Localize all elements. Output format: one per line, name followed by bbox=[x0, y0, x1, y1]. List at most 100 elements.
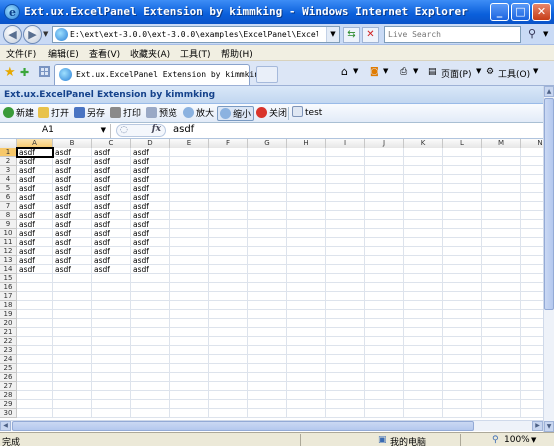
grid-cell[interactable] bbox=[248, 283, 287, 292]
grid-cell[interactable] bbox=[326, 148, 365, 157]
row-header[interactable]: 17 bbox=[0, 292, 17, 301]
grid-cell[interactable] bbox=[17, 373, 53, 382]
row-header[interactable]: 22 bbox=[0, 337, 17, 346]
grid-cell[interactable] bbox=[443, 337, 482, 346]
grid-cell[interactable] bbox=[92, 355, 131, 364]
grid-cell[interactable] bbox=[404, 391, 443, 400]
grid-cell[interactable]: asdf bbox=[53, 211, 92, 220]
grid-cell[interactable] bbox=[170, 310, 209, 319]
grid-cell[interactable] bbox=[326, 265, 365, 274]
grid-cell[interactable] bbox=[443, 391, 482, 400]
grid-cell[interactable] bbox=[326, 319, 365, 328]
grid-cell[interactable] bbox=[404, 202, 443, 211]
grid-cell[interactable] bbox=[53, 364, 92, 373]
grid-cell[interactable] bbox=[92, 364, 131, 373]
grid-cell[interactable] bbox=[131, 301, 170, 310]
zoom-icon[interactable]: ⚲ bbox=[492, 435, 499, 445]
grid-cell[interactable] bbox=[17, 328, 53, 337]
grid-cell[interactable] bbox=[443, 274, 482, 283]
grid-cell[interactable]: asdf bbox=[17, 202, 53, 211]
row-header[interactable]: 2 bbox=[0, 157, 17, 166]
grid-cell[interactable] bbox=[443, 202, 482, 211]
quick-tabs-icon[interactable] bbox=[39, 66, 50, 77]
vertical-scroll-thumb[interactable] bbox=[544, 98, 554, 310]
grid-cell[interactable] bbox=[365, 157, 404, 166]
grid-cell[interactable] bbox=[326, 211, 365, 220]
grid-cell[interactable]: asdf bbox=[92, 193, 131, 202]
grid-cell[interactable]: asdf bbox=[17, 247, 53, 256]
grid-cell[interactable] bbox=[404, 319, 443, 328]
grid-cell[interactable] bbox=[365, 373, 404, 382]
grid-cell[interactable] bbox=[365, 193, 404, 202]
grid-cell[interactable] bbox=[248, 328, 287, 337]
grid-cell[interactable] bbox=[287, 157, 326, 166]
grid-cell[interactable] bbox=[53, 391, 92, 400]
grid-cell[interactable] bbox=[209, 256, 248, 265]
function-box[interactable]: ◌ fx bbox=[116, 124, 166, 137]
grid-cell[interactable] bbox=[443, 211, 482, 220]
grid-cell[interactable] bbox=[209, 283, 248, 292]
grid-cell[interactable] bbox=[287, 238, 326, 247]
grid-cell[interactable] bbox=[53, 355, 92, 364]
grid-cell[interactable] bbox=[17, 355, 53, 364]
grid-cell[interactable] bbox=[482, 238, 521, 247]
row-header[interactable]: 9 bbox=[0, 220, 17, 229]
grid-cell[interactable] bbox=[287, 256, 326, 265]
grid-cell[interactable] bbox=[53, 301, 92, 310]
grid-cell[interactable] bbox=[209, 382, 248, 391]
grid-cell[interactable] bbox=[248, 301, 287, 310]
grid-cell[interactable] bbox=[248, 166, 287, 175]
grid-cell[interactable] bbox=[209, 238, 248, 247]
grid-cell[interactable]: asdf bbox=[53, 148, 92, 157]
row-header[interactable]: 29 bbox=[0, 400, 17, 409]
grid-cell[interactable] bbox=[170, 175, 209, 184]
grid-cell[interactable] bbox=[209, 328, 248, 337]
grid-cell[interactable] bbox=[482, 256, 521, 265]
grid-cell[interactable] bbox=[209, 148, 248, 157]
row-header[interactable]: 1 bbox=[0, 148, 17, 157]
grid-cell[interactable] bbox=[248, 373, 287, 382]
grid-cell[interactable] bbox=[53, 283, 92, 292]
grid-cell[interactable] bbox=[443, 310, 482, 319]
grid-cell[interactable] bbox=[326, 220, 365, 229]
grid-cell[interactable]: asdf bbox=[17, 256, 53, 265]
grid-cell[interactable] bbox=[170, 166, 209, 175]
grid-cell[interactable] bbox=[17, 400, 53, 409]
grid-cell[interactable] bbox=[365, 265, 404, 274]
grid-cell[interactable] bbox=[209, 346, 248, 355]
grid-cell[interactable] bbox=[443, 193, 482, 202]
grid-cell[interactable] bbox=[248, 193, 287, 202]
grid-cell[interactable] bbox=[287, 283, 326, 292]
grid-cell[interactable] bbox=[365, 391, 404, 400]
column-header-k[interactable]: K bbox=[404, 139, 443, 148]
grid-cell[interactable] bbox=[287, 346, 326, 355]
grid-cell[interactable] bbox=[482, 166, 521, 175]
grid-cell[interactable] bbox=[326, 301, 365, 310]
grid-cell[interactable] bbox=[482, 202, 521, 211]
grid-cell[interactable] bbox=[482, 301, 521, 310]
grid-cell[interactable] bbox=[248, 247, 287, 256]
grid-cell[interactable] bbox=[521, 337, 543, 346]
grid-cell[interactable] bbox=[443, 256, 482, 265]
grid-cell[interactable] bbox=[131, 292, 170, 301]
corner-header[interactable] bbox=[0, 139, 17, 148]
grid-cell[interactable] bbox=[365, 400, 404, 409]
row-header[interactable]: 23 bbox=[0, 346, 17, 355]
grid-cell[interactable] bbox=[248, 364, 287, 373]
grid-cell[interactable] bbox=[92, 382, 131, 391]
grid-cell[interactable] bbox=[170, 184, 209, 193]
grid-cell[interactable] bbox=[131, 310, 170, 319]
grid-cell[interactable] bbox=[53, 382, 92, 391]
grid-cell[interactable] bbox=[17, 364, 53, 373]
grid-cell[interactable] bbox=[287, 355, 326, 364]
column-header-j[interactable]: J bbox=[365, 139, 404, 148]
row-header[interactable]: 14 bbox=[0, 265, 17, 274]
menu-help[interactable]: 帮助(H) bbox=[221, 47, 253, 60]
grid-cell[interactable] bbox=[287, 319, 326, 328]
grid-cell[interactable] bbox=[521, 247, 543, 256]
grid-cell[interactable] bbox=[17, 292, 53, 301]
open-button[interactable]: 打开 bbox=[38, 106, 69, 121]
grid-cell[interactable] bbox=[209, 220, 248, 229]
grid-cell[interactable] bbox=[482, 355, 521, 364]
grid-cell[interactable]: asdf bbox=[53, 157, 92, 166]
